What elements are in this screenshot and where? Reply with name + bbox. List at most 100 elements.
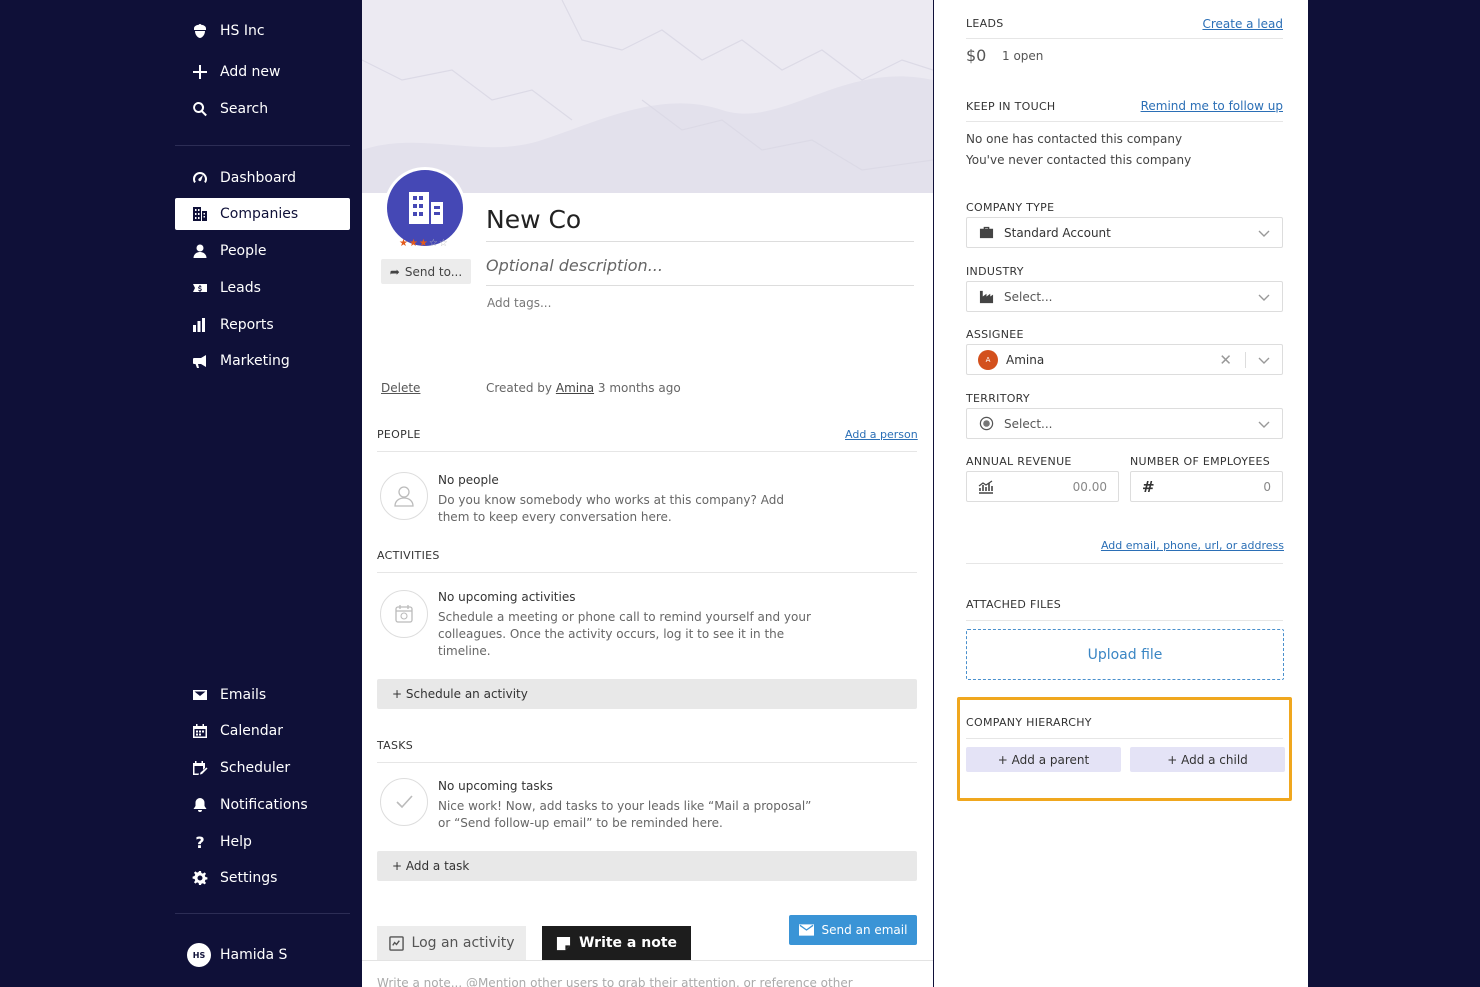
send-to-label: Send to... <box>404 264 463 279</box>
megaphone-icon <box>191 352 209 370</box>
gear-icon <box>191 869 209 887</box>
sidebar-item-marketing[interactable]: Marketing <box>175 345 350 377</box>
log-activity-tab[interactable]: Log an activity <box>377 926 526 960</box>
company-sidebar-panel: LEADS Create a lead $0 1 open KEEP IN TO… <box>934 0 1308 987</box>
search-label: Search <box>220 101 269 117</box>
rating-stars[interactable]: ★★★☆☆ <box>399 238 449 249</box>
sidebar-divider <box>175 913 350 914</box>
chevron-down-icon <box>1258 294 1270 301</box>
sidebar-item-notifications[interactable]: Notifications <box>175 789 350 821</box>
bar-chart-icon <box>191 316 209 334</box>
sidebar-item-people[interactable]: People <box>175 235 350 267</box>
industry-select[interactable]: Select... <box>966 281 1283 312</box>
sidebar-item-label: Dashboard <box>220 170 296 186</box>
calendar-outline-icon <box>380 590 428 638</box>
annual-revenue-input[interactable]: 00.00 <box>966 471 1119 502</box>
section-divider <box>966 563 1283 564</box>
add-contact-info-link[interactable]: Add email, phone, url, or address <box>1101 539 1284 552</box>
chevron-down-icon <box>1258 357 1270 364</box>
schedule-activity-button[interactable]: + Schedule an activity <box>377 679 917 709</box>
section-divider <box>966 121 1283 122</box>
territory-select[interactable]: Select... <box>966 408 1283 439</box>
plus-icon <box>191 63 209 81</box>
org-name: HS Inc <box>220 23 265 39</box>
add-task-button[interactable]: + Add a task <box>377 851 917 881</box>
assignee-select[interactable]: A Amina ✕ <box>966 344 1283 375</box>
user-menu[interactable]: HS Hamida S <box>175 939 350 971</box>
share-arrow-icon: ➦ <box>389 264 400 279</box>
envelope-icon <box>798 924 814 936</box>
sidebar-item-label: Scheduler <box>220 760 291 776</box>
assignee-value: Amina <box>1006 352 1045 367</box>
keep-in-touch-line-2: You've never contacted this company <box>966 153 1192 167</box>
avatar: HS <box>187 943 211 967</box>
building-icon <box>191 205 209 223</box>
leads-open-count[interactable]: 1 open <box>1002 49 1043 63</box>
clear-icon[interactable]: ✕ <box>1219 351 1232 369</box>
section-divider <box>966 38 1283 39</box>
sidebar: HS Inc Add new Search Dashboard Companie… <box>175 0 350 987</box>
people-section-title: PEOPLE <box>377 428 421 441</box>
sidebar-item-calendar[interactable]: Calendar <box>175 715 350 747</box>
chevron-down-icon <box>1258 421 1270 428</box>
tasks-empty-text: Nice work! Now, add tasks to your leads … <box>438 799 812 830</box>
sidebar-item-leads[interactable]: Leads <box>175 272 350 304</box>
upload-file-dropzone[interactable]: Upload file <box>966 629 1284 680</box>
employees-value: 0 <box>1263 479 1271 494</box>
employees-input[interactable]: # 0 <box>1130 471 1283 502</box>
activities-empty-text: Schedule a meeting or phone call to remi… <box>438 610 811 658</box>
company-avatar[interactable] <box>384 167 466 249</box>
assignee-label: ASSIGNEE <box>966 328 1024 341</box>
sidebar-item-scheduler[interactable]: Scheduler <box>175 752 350 784</box>
scheduler-icon <box>191 759 209 777</box>
envelope-icon <box>191 686 209 704</box>
person-outline-icon <box>380 472 428 520</box>
note-textarea[interactable]: Write a note... @Mention other users to … <box>377 976 917 987</box>
remind-follow-up-link[interactable]: Remind me to follow up <box>1141 99 1283 113</box>
add-child-button[interactable]: + Add a child <box>1130 747 1285 772</box>
chevron-down-icon <box>1258 230 1270 237</box>
person-icon <box>191 242 209 260</box>
activity-log-icon <box>388 935 404 951</box>
creator-link[interactable]: Amina <box>556 381 594 395</box>
sidebar-item-help[interactable]: ? Help <box>175 826 350 858</box>
sidebar-item-reports[interactable]: Reports <box>175 309 350 341</box>
sidebar-item-label: People <box>220 243 267 259</box>
employees-label: NUMBER OF EMPLOYEES <box>1130 455 1271 468</box>
hash-icon: # <box>1142 477 1155 496</box>
add-person-link[interactable]: Add a person <box>845 428 918 441</box>
factory-icon <box>978 289 994 305</box>
send-to-button[interactable]: ➦ Send to... <box>381 259 471 284</box>
sidebar-item-emails[interactable]: Emails <box>175 679 350 711</box>
leads-value: $0 <box>966 46 987 65</box>
activities-empty-title: No upcoming activities <box>438 590 576 604</box>
company-description-field[interactable]: Optional description... <box>486 256 914 286</box>
delete-link[interactable]: Delete <box>381 381 420 395</box>
activities-section-title: ACTIVITIES <box>377 549 440 562</box>
add-parent-button[interactable]: + Add a parent <box>966 747 1121 772</box>
tags-input[interactable]: Add tags... <box>487 296 551 310</box>
create-lead-link[interactable]: Create a lead <box>1202 17 1283 31</box>
company-name-field[interactable]: New Co <box>486 205 914 242</box>
company-type-select[interactable]: Standard Account <box>966 217 1283 248</box>
write-note-tab[interactable]: Write a note <box>542 926 691 960</box>
user-name: Hamida S <box>220 947 288 963</box>
search-button[interactable]: Search <box>175 93 350 125</box>
leads-icon <box>191 279 209 297</box>
sidebar-item-dashboard[interactable]: Dashboard <box>175 162 350 194</box>
add-new-button[interactable]: Add new <box>175 56 350 88</box>
send-email-button[interactable]: Send an email <box>789 915 917 945</box>
sidebar-item-companies[interactable]: Companies <box>175 198 350 230</box>
section-divider <box>966 738 1283 739</box>
people-empty-title: No people <box>438 473 499 487</box>
company-type-value: Standard Account <box>1004 225 1111 240</box>
territory-label: TERRITORY <box>966 392 1030 405</box>
org-switcher[interactable]: HS Inc <box>175 15 350 47</box>
bell-icon <box>191 796 209 814</box>
sidebar-item-label: Companies <box>220 206 299 222</box>
avatar: A <box>978 349 998 370</box>
sidebar-item-settings[interactable]: Settings <box>175 862 350 894</box>
sidebar-item-label: Settings <box>220 870 278 886</box>
section-divider <box>377 451 917 452</box>
revenue-chart-icon <box>978 480 993 494</box>
